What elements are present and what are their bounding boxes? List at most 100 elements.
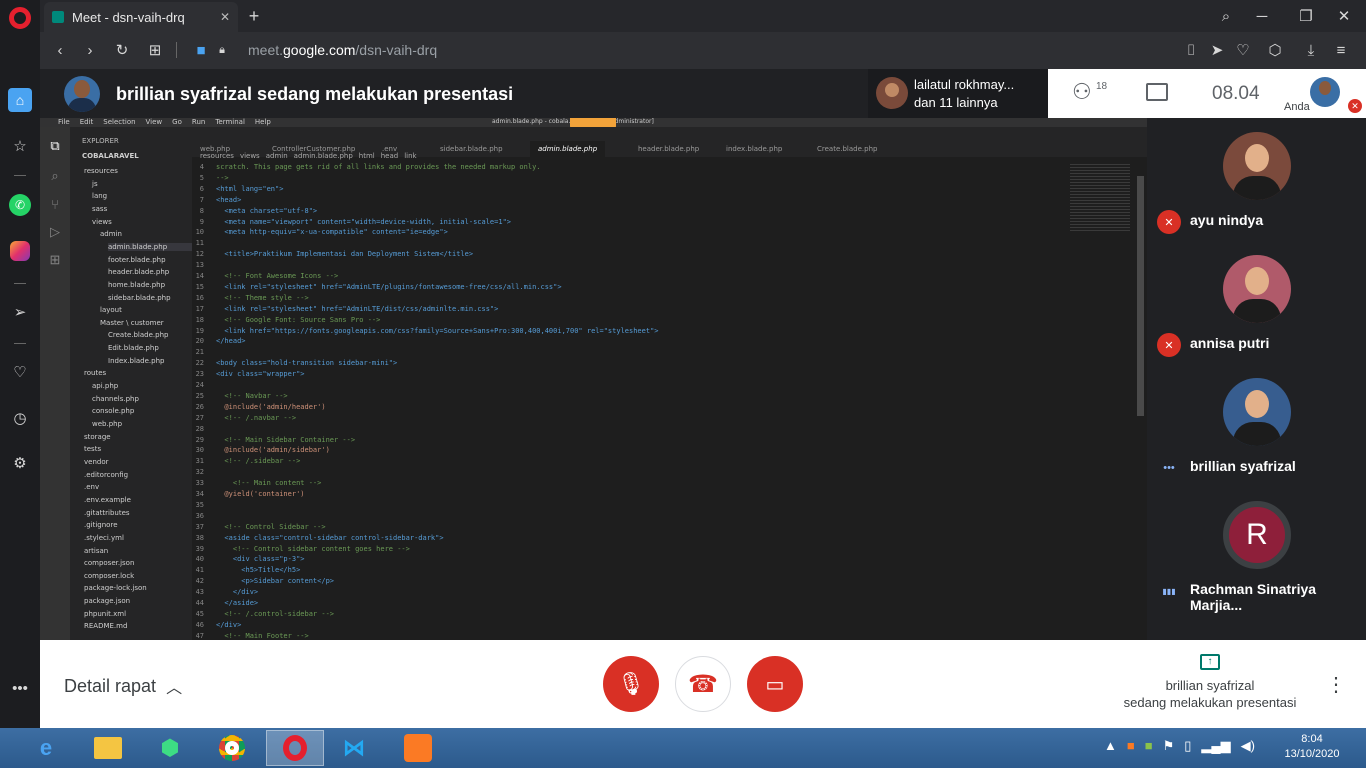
meeting-time: 08.04 xyxy=(1212,83,1260,104)
lock-icon[interactable]: 🔒︎ xyxy=(214,38,230,62)
explorer-icon[interactable]: ⧉ xyxy=(46,137,64,155)
line-number: 12 xyxy=(195,250,204,259)
ie-icon[interactable]: e xyxy=(26,730,66,766)
forward-icon[interactable]: › xyxy=(78,38,102,62)
flag-icon[interactable]: ⚑ xyxy=(1163,738,1175,754)
history-icon[interactable]: ◷ xyxy=(8,406,32,430)
xampp-tray-icon[interactable]: ■ xyxy=(1127,738,1135,754)
back-icon[interactable]: ‹ xyxy=(48,38,72,62)
line-number: 30 xyxy=(195,446,204,455)
menu-item[interactable]: Run xyxy=(192,118,205,126)
opera-taskbar-icon[interactable] xyxy=(266,730,324,766)
network-icon[interactable]: ▂▄▆ xyxy=(1201,738,1230,754)
instagram-icon[interactable] xyxy=(10,241,30,261)
breadcrumb-item[interactable]: resources xyxy=(200,152,234,160)
settings-icon[interactable]: ⚙ xyxy=(8,451,32,475)
volume-icon[interactable]: ◀) xyxy=(1241,738,1255,754)
participant-name: brillian syafrizal xyxy=(1190,458,1296,474)
favorite-icon[interactable]: ♡ xyxy=(1232,38,1254,62)
menu-item[interactable]: Selection xyxy=(103,118,135,126)
chrome-icon[interactable] xyxy=(212,730,252,766)
project-name[interactable]: COBALARAVEL xyxy=(82,152,139,160)
opera-logo-icon[interactable] xyxy=(9,7,31,29)
extensions-icon[interactable]: ⬡ xyxy=(1264,38,1286,62)
leave-call-button[interactable]: ☎︎ xyxy=(675,656,731,712)
line-number: 23 xyxy=(195,370,204,379)
editor-tab[interactable]: header.blade.php xyxy=(630,141,707,157)
menu-item[interactable]: Go xyxy=(172,118,182,126)
breadcrumb-item[interactable]: link xyxy=(404,152,416,160)
minimize-icon[interactable]: ─ xyxy=(1250,4,1274,28)
editor-tab[interactable]: index.blade.php xyxy=(718,141,790,157)
speed-dial-icon[interactable]: ⊞ xyxy=(143,38,167,62)
line-number: 10 xyxy=(195,228,204,237)
code-line: 13 xyxy=(40,260,216,271)
menu-item[interactable]: View xyxy=(146,118,163,126)
xampp-icon[interactable] xyxy=(398,730,438,766)
battery-icon[interactable]: ▯ xyxy=(1184,738,1191,754)
code-line: 33 <!-- Main content --> xyxy=(40,478,322,489)
menu-item[interactable]: Terminal xyxy=(215,118,245,126)
send-icon[interactable]: ➢ xyxy=(8,300,32,324)
audio-level-icon: ▮▮▮ xyxy=(1162,586,1176,596)
code-editor[interactable]: 4 scratch. This page gets rid of all link… xyxy=(40,162,1130,640)
url-text[interactable]: meet.google.com/dsn-vaih-drq xyxy=(248,42,437,58)
presenting-indicator[interactable]: ↑ brillian syafrizal sedang melakukan pr… xyxy=(1110,654,1310,714)
taskbar-clock[interactable]: 8:04 13/10/2020 xyxy=(1272,733,1352,760)
vscode-taskbar-icon[interactable]: ⋈ xyxy=(334,730,374,766)
others-box[interactable]: lailatul rokhmay... dan 11 lainnya xyxy=(868,69,1048,118)
chat-icon[interactable] xyxy=(1146,83,1168,101)
browser-tab[interactable]: Meet - dsn-vaih-drq ✕ xyxy=(44,2,238,32)
breadcrumb-item[interactable]: admin.blade.php xyxy=(294,152,353,160)
breadcrumb-item[interactable]: views xyxy=(240,152,260,160)
microphone-toggle-button[interactable]: 🎙︎ xyxy=(603,656,659,712)
participant-tile[interactable]: R ▮▮▮ Rachman Sinatriya Marjia... xyxy=(1147,487,1366,613)
participant-tile[interactable]: ✕ ayu nindya xyxy=(1147,118,1366,241)
breadcrumb-item[interactable]: admin xyxy=(266,152,288,160)
more-icon[interactable]: ••• xyxy=(8,676,32,700)
participant-name: annisa putri xyxy=(1190,335,1270,351)
code-text: </div> xyxy=(216,620,242,629)
opera-sidebar: ⌂ ☆ ✆ ➢ ♡ ◷ ⚙ ••• xyxy=(0,0,40,728)
menu-item[interactable]: Edit xyxy=(80,118,94,126)
android-studio-icon[interactable]: ⬢ xyxy=(150,730,190,766)
people-icon[interactable]: ⚇ xyxy=(1072,81,1098,103)
breadcrumb-item[interactable]: head xyxy=(381,152,398,160)
editor-scrollbar[interactable] xyxy=(1137,176,1144,416)
line-number: 20 xyxy=(195,337,204,346)
bookmarks-icon[interactable]: ☆ xyxy=(8,134,32,158)
camera-indicator-icon[interactable]: ■ xyxy=(190,38,212,62)
code-line: 31 <!-- /.sidebar --> xyxy=(40,456,301,467)
code-text: <!-- Main Footer --> xyxy=(216,631,309,640)
download-icon[interactable]: ⤓ xyxy=(1300,38,1322,62)
tray-expand-icon[interactable]: ▲ xyxy=(1104,738,1117,754)
camera-toggle-button[interactable]: ▭ xyxy=(747,656,803,712)
more-options-icon[interactable]: ⋮ xyxy=(1324,670,1348,698)
heart-icon[interactable]: ♡ xyxy=(8,360,32,384)
system-tray: ▲ ■ ■ ⚑ ▯ ▂▄▆ ◀) xyxy=(1104,738,1255,754)
editor-tab[interactable]: admin.blade.php xyxy=(530,141,606,157)
participant-avatar xyxy=(1223,378,1291,446)
meeting-details-button[interactable]: Detail rapat ︿ xyxy=(64,674,182,698)
line-number: 13 xyxy=(195,261,204,270)
menu-icon[interactable]: ≡ xyxy=(1330,38,1352,62)
participant-tile[interactable]: ••• brillian syafrizal xyxy=(1147,364,1366,487)
close-tab-icon[interactable]: ✕ xyxy=(220,10,230,24)
home-icon[interactable]: ⌂ xyxy=(8,88,32,112)
file-explorer-icon[interactable] xyxy=(88,730,128,766)
close-window-icon[interactable]: ✕ xyxy=(1332,4,1356,28)
menu-item[interactable]: File xyxy=(58,118,70,126)
search-tabs-icon[interactable]: ⌕ xyxy=(1214,4,1238,28)
reload-icon[interactable]: ↻ xyxy=(110,38,134,62)
snapshot-icon[interactable]: ⌷ xyxy=(1180,38,1202,62)
restore-icon[interactable]: ❐ xyxy=(1294,4,1318,28)
breadcrumb-item[interactable]: html xyxy=(359,152,375,160)
editor-tab[interactable]: sidebar.blade.php xyxy=(432,141,511,157)
share-icon[interactable]: ➤ xyxy=(1206,38,1228,62)
participant-tile[interactable]: ✕ annisa putri xyxy=(1147,241,1366,364)
new-tab-icon[interactable]: + xyxy=(242,4,266,28)
menu-item[interactable]: Help xyxy=(255,118,271,126)
editor-tab[interactable]: Create.blade.php xyxy=(809,141,885,157)
tray-app-icon[interactable]: ■ xyxy=(1145,738,1153,754)
whatsapp-icon[interactable]: ✆ xyxy=(9,194,31,216)
